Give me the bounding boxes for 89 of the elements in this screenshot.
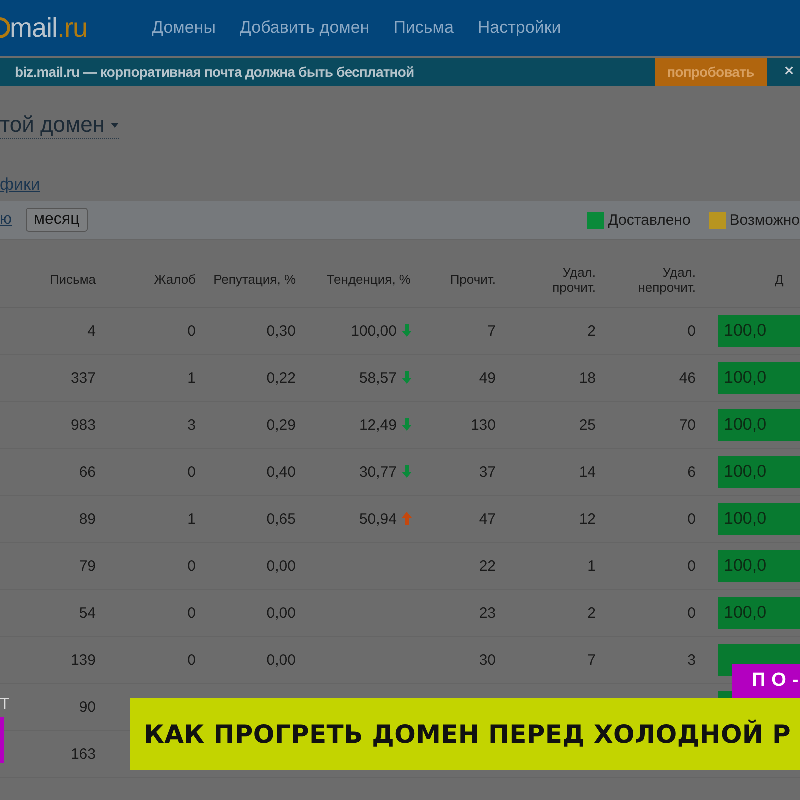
legend-label: Доставлено bbox=[608, 212, 691, 228]
table-cell: 0,00 bbox=[266, 558, 296, 574]
table-cell: 25 bbox=[579, 416, 596, 434]
table-cell: 58,57 bbox=[359, 370, 397, 386]
column-header: Репутация, % bbox=[200, 254, 300, 308]
table-cell: 7 bbox=[488, 322, 496, 340]
delivered-bar: 100,0 bbox=[718, 503, 800, 535]
column-header: Письма bbox=[0, 254, 100, 308]
table-cell: 337 bbox=[70, 370, 96, 386]
table-cell: 7 bbox=[588, 652, 596, 668]
table-cell: 0 bbox=[188, 464, 196, 480]
delivered-bar: 100,0 bbox=[718, 550, 800, 582]
nav-link[interactable]: Письма bbox=[394, 18, 454, 38]
column-header: Жалоб bbox=[100, 254, 200, 308]
table-cell: 79 bbox=[79, 558, 96, 574]
table-cell: 0 bbox=[188, 604, 196, 622]
column-header: Удал. непрочит. bbox=[600, 254, 700, 308]
table-cell: 0 bbox=[688, 510, 696, 528]
table-cell: 2 bbox=[588, 604, 596, 622]
table-cell: 1 bbox=[188, 370, 196, 386]
table-cell: 30 bbox=[479, 652, 496, 668]
table-cell: 18 bbox=[579, 370, 596, 386]
legend-label: Возможно bbox=[730, 212, 800, 228]
table-cell: 3 bbox=[688, 652, 696, 668]
table-cell: 163 bbox=[70, 746, 96, 762]
promo-text: biz.mail.ru — корпоративная почта должна быть бесплатной bbox=[15, 64, 416, 80]
table-cell: 14 bbox=[579, 464, 596, 480]
table-cell: 1 bbox=[588, 558, 596, 574]
side-label: Т bbox=[0, 696, 10, 714]
nav-link[interactable]: Домены bbox=[152, 18, 216, 38]
table-cell: 12,49 bbox=[359, 416, 397, 434]
table-cell: 30,77 bbox=[359, 464, 397, 480]
delivered-bar: 100,0 bbox=[718, 362, 800, 394]
at-sign-icon bbox=[0, 17, 10, 39]
table-cell: 90 bbox=[79, 698, 96, 716]
table-cell: 0,00 bbox=[266, 652, 296, 668]
table-cell: 130 bbox=[470, 416, 496, 434]
headline-banner: КАК ПРОГРЕТЬ ДОМЕН ПЕРЕД ХОЛОДНОЙ Р bbox=[130, 698, 800, 770]
table-cell: 100,00 bbox=[351, 322, 397, 340]
domain-selector[interactable]: той домен bbox=[0, 112, 120, 139]
category-badge: ПО- bbox=[732, 664, 800, 698]
table-cell: 0,29 bbox=[266, 416, 296, 434]
column-header: Прочит. bbox=[415, 254, 500, 308]
table-cell: 0,30 bbox=[266, 322, 296, 340]
caret-icon bbox=[111, 122, 120, 128]
column-header: Удал. прочит. bbox=[500, 254, 600, 308]
period-button[interactable]: месяц bbox=[26, 208, 88, 232]
table-cell: 0,22 bbox=[266, 370, 296, 386]
column-header: Тенденция, % bbox=[300, 254, 415, 308]
table-cell: 4 bbox=[88, 322, 96, 340]
table-cell: 983 bbox=[70, 416, 96, 434]
table-cell: 50,94 bbox=[359, 510, 397, 528]
table-cell: 23 bbox=[479, 604, 496, 622]
delivered-bar: 100,0 bbox=[718, 409, 800, 441]
table-cell: 0,40 bbox=[266, 464, 296, 480]
table-cell: 3 bbox=[188, 416, 196, 434]
table-cell: 6 bbox=[688, 464, 696, 480]
delivered-bar: 100,0 bbox=[718, 597, 800, 629]
close-button[interactable]: × bbox=[778, 63, 800, 81]
table-cell: 89 bbox=[79, 510, 96, 528]
delivered-bar: 100,0 bbox=[718, 315, 800, 347]
table-cell: 46 bbox=[679, 370, 696, 386]
table-cell: 0 bbox=[688, 322, 696, 340]
side-block bbox=[0, 717, 4, 763]
nav-link[interactable]: Добавить домен bbox=[240, 18, 370, 38]
table-cell: 2 bbox=[588, 322, 596, 340]
table-cell: 22 bbox=[479, 558, 496, 574]
table-cell: 70 bbox=[679, 416, 696, 434]
table-cell: 139 bbox=[70, 652, 96, 668]
section-link[interactable]: фики bbox=[0, 175, 40, 194]
table-cell: 54 bbox=[79, 604, 96, 622]
nav-link[interactable]: Настройки bbox=[478, 18, 562, 38]
table-cell: 49 bbox=[479, 370, 496, 386]
table-cell: 47 bbox=[479, 510, 496, 528]
table-cell: 0 bbox=[188, 322, 196, 340]
table-cell: 0 bbox=[688, 558, 696, 574]
table-cell: 0 bbox=[188, 558, 196, 574]
column-header: Д bbox=[700, 254, 800, 308]
table-cell: 0,65 bbox=[266, 510, 296, 528]
period-link[interactable]: ю bbox=[0, 211, 12, 229]
table-cell: 0,00 bbox=[266, 604, 296, 622]
table-cell: 12 bbox=[579, 510, 596, 528]
logo[interactable]: mail.ru bbox=[0, 12, 152, 44]
table-cell: 66 bbox=[79, 464, 96, 480]
delivered-bar: 100,0 bbox=[718, 456, 800, 488]
table-cell: 1 bbox=[188, 510, 196, 528]
table-cell: 37 bbox=[479, 464, 496, 480]
table-cell: 0 bbox=[188, 652, 196, 668]
table-cell: 0 bbox=[688, 604, 696, 622]
